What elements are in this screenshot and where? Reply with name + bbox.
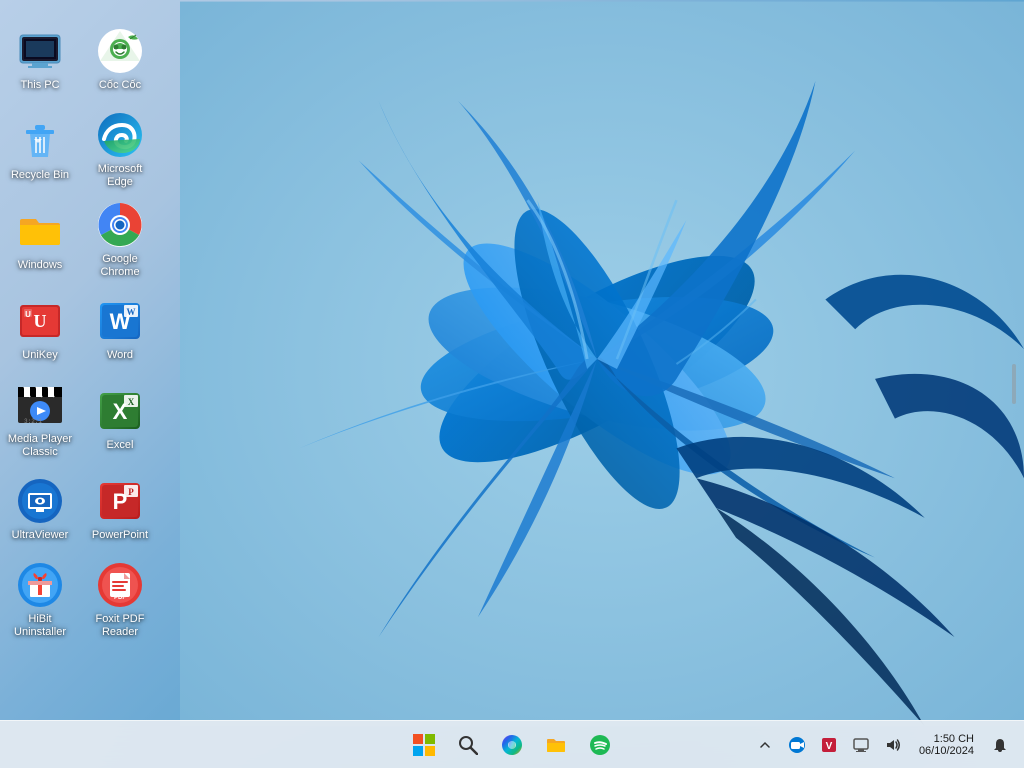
chrome-icon: [96, 201, 144, 249]
icon-foxit[interactable]: PDF Foxit PDF Reader: [80, 555, 160, 645]
unikey-icon: U U: [16, 297, 64, 345]
icon-excel[interactable]: X X Excel: [80, 375, 160, 465]
edge-icon: [96, 111, 144, 159]
ultraviewer-icon: [16, 477, 64, 525]
file-explorer-button[interactable]: [536, 725, 576, 765]
desktop: This PC Cốc Cốc: [0, 0, 1024, 768]
ultraviewer-label: UltraViewer: [12, 529, 69, 542]
tray-chevron[interactable]: [751, 727, 779, 763]
wallpaper: [180, 0, 1024, 728]
foxit-icon: PDF: [96, 561, 144, 609]
speaker-icon[interactable]: [879, 727, 907, 763]
meet-now-icon[interactable]: [783, 727, 811, 763]
this-pc-icon: [16, 27, 64, 75]
start-button[interactable]: [404, 725, 444, 765]
clock-time: 1:50 CH: [934, 733, 974, 745]
icon-media-player[interactable]: 3:2:1 Media Player Classic: [0, 375, 80, 465]
scroll-indicator: [1012, 364, 1016, 404]
powerpoint-icon: P P: [96, 477, 144, 525]
svg-text:V: V: [826, 741, 833, 752]
desktop-icons: This PC Cốc Cốc: [0, 10, 160, 730]
recycle-bin-label: Recycle Bin: [11, 169, 69, 182]
hibit-icon: [16, 561, 64, 609]
search-button[interactable]: [448, 725, 488, 765]
taskbar: V 1:50 CH: [0, 720, 1024, 768]
spotify-button[interactable]: [580, 725, 620, 765]
svg-text:X: X: [128, 397, 135, 407]
icon-ultraviewer[interactable]: UltraViewer: [0, 465, 80, 555]
word-label: Word: [107, 349, 133, 362]
media-player-label: Media Player Classic: [5, 433, 75, 459]
svg-text:W: W: [127, 307, 136, 317]
icon-edge[interactable]: Microsoft Edge: [80, 105, 160, 195]
edge-label: Microsoft Edge: [85, 163, 155, 189]
excel-label: Excel: [107, 439, 134, 452]
svg-text:U: U: [34, 311, 47, 331]
clock[interactable]: 1:50 CH 06/10/2024: [911, 721, 982, 769]
word-icon: W W: [96, 297, 144, 345]
coc-coc-label: Cốc Cốc: [99, 79, 141, 92]
display-icon[interactable]: [847, 727, 875, 763]
icon-chrome[interactable]: Google Chrome: [80, 195, 160, 285]
vita-input-icon[interactable]: V: [815, 727, 843, 763]
windows-label: Windows: [18, 259, 63, 272]
icon-this-pc[interactable]: This PC: [0, 15, 80, 105]
notification-icon[interactable]: [986, 727, 1014, 763]
clock-date: 06/10/2024: [919, 745, 974, 757]
taskbar-center: [404, 725, 620, 765]
icon-windows-folder[interactable]: Windows: [0, 195, 80, 285]
windows-folder-icon: [16, 207, 64, 255]
recycle-bin-icon: [16, 117, 64, 165]
svg-text:PDF: PDF: [114, 595, 126, 601]
chrome-label: Google Chrome: [85, 253, 155, 279]
icon-coc-coc[interactable]: Cốc Cốc: [80, 15, 160, 105]
icon-hibit[interactable]: HiBit Uninstaller: [0, 555, 80, 645]
taskbar-right: V 1:50 CH: [751, 721, 1024, 769]
icon-powerpoint[interactable]: P P PowerPoint: [80, 465, 160, 555]
copilot-button[interactable]: [492, 725, 532, 765]
media-player-icon: 3:2:1: [16, 381, 64, 429]
foxit-label: Foxit PDF Reader: [85, 613, 155, 639]
svg-text:U: U: [25, 310, 31, 319]
this-pc-label: This PC: [20, 79, 59, 92]
icon-word[interactable]: W W Word: [80, 285, 160, 375]
icon-unikey[interactable]: U U UniKey: [0, 285, 80, 375]
excel-icon: X X: [96, 387, 144, 435]
powerpoint-label: PowerPoint: [92, 529, 148, 542]
svg-text:P: P: [128, 487, 134, 497]
coc-coc-icon: [96, 27, 144, 75]
hibit-label: HiBit Uninstaller: [5, 613, 75, 639]
svg-text:3:2:1: 3:2:1: [24, 418, 42, 425]
unikey-label: UniKey: [22, 349, 57, 362]
icon-recycle-bin[interactable]: Recycle Bin: [0, 105, 80, 195]
